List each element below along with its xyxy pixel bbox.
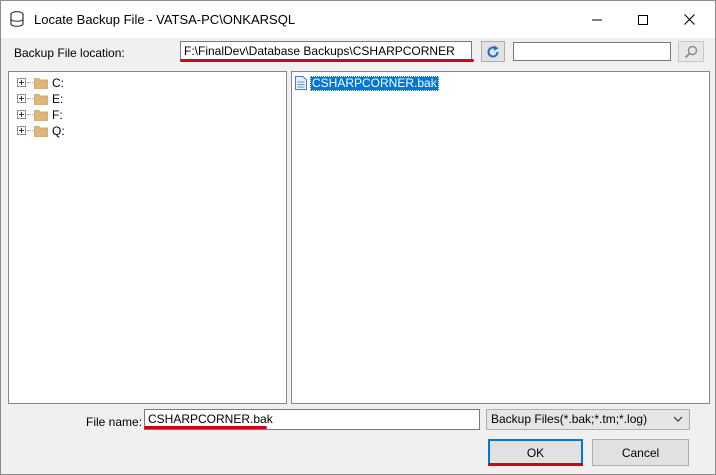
expand-icon[interactable] <box>17 126 26 135</box>
tree-connector <box>27 98 33 100</box>
folder-icon <box>34 78 48 89</box>
expand-icon[interactable] <box>17 94 26 103</box>
folder-icon <box>34 110 48 121</box>
cancel-button-label: Cancel <box>621 445 660 460</box>
database-icon <box>10 11 24 27</box>
close-icon <box>683 14 695 25</box>
file-type-filter-value: Backup Files(*.bak;*.tm;*.log) <box>491 412 648 426</box>
locate-backup-file-dialog: Locate Backup File - VATSA-PC\ONKARSQL B… <box>0 0 716 475</box>
file-list[interactable]: CSHARPCORNER.bak <box>291 71 710 404</box>
close-button[interactable] <box>666 1 712 38</box>
location-highlight-underline <box>180 59 474 62</box>
folder-icon <box>34 126 48 137</box>
file-name-highlight-underline <box>144 426 267 429</box>
tree-item-f[interactable]: F: <box>9 107 279 123</box>
search-button[interactable] <box>678 41 704 62</box>
expand-icon[interactable] <box>17 78 26 87</box>
tree-item-label: E: <box>52 92 64 106</box>
expand-icon[interactable] <box>17 110 26 119</box>
backup-location-label: Backup File location: <box>14 46 125 60</box>
tree-item-e[interactable]: E: <box>9 91 279 107</box>
tree-connector <box>27 114 33 116</box>
search-icon <box>684 45 698 58</box>
refresh-icon <box>487 45 499 58</box>
maximize-button[interactable] <box>620 1 666 38</box>
tree-item-c[interactable]: C: <box>9 75 279 91</box>
tree-connector <box>27 82 33 84</box>
file-icon <box>295 76 307 90</box>
ok-highlight-underline <box>488 463 583 466</box>
window-title: Locate Backup File - VATSA-PC\ONKARSQL <box>34 12 296 27</box>
tree-item-q[interactable]: Q: <box>9 123 279 139</box>
maximize-icon <box>638 14 648 25</box>
file-item-label: CSHARPCORNER.bak <box>310 75 439 91</box>
tree-item-label: C: <box>52 76 64 90</box>
file-type-filter-select[interactable]: Backup Files(*.bak;*.tm;*.log) <box>486 409 690 430</box>
folder-icon <box>34 94 48 105</box>
cancel-button[interactable]: Cancel <box>592 439 689 466</box>
ok-button[interactable]: OK <box>488 439 583 466</box>
file-name-label: File name: <box>86 415 143 429</box>
tree-item-label: F: <box>52 108 63 122</box>
minimize-icon <box>592 19 602 20</box>
tree-connector <box>27 130 33 132</box>
tree-item-label: Q: <box>52 124 65 138</box>
search-input[interactable] <box>513 42 671 61</box>
ok-button-label: OK <box>526 445 545 460</box>
folder-tree[interactable]: C: E: F: Q: <box>8 71 287 404</box>
minimize-button[interactable] <box>574 1 620 38</box>
refresh-button[interactable] <box>481 41 505 62</box>
file-list-item[interactable]: CSHARPCORNER.bak <box>295 75 439 91</box>
chevron-down-icon <box>673 416 683 422</box>
backup-location-input[interactable]: F:\FinalDev\Database Backups\CSHARPCORNE… <box>180 41 472 61</box>
title-bar: Locate Backup File - VATSA-PC\ONKARSQL <box>1 1 715 38</box>
